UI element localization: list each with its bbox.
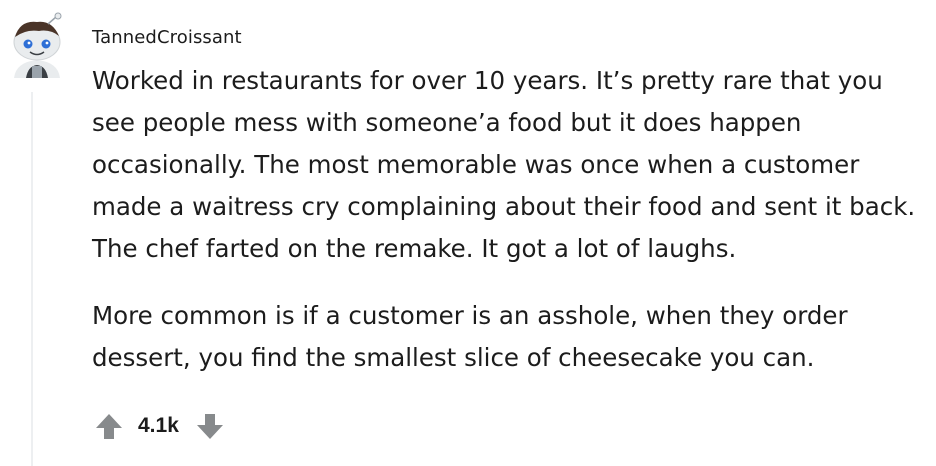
downvote-arrow-icon bbox=[196, 414, 223, 439]
avatar[interactable] bbox=[6, 12, 68, 82]
comment-paragraph: More common is if a customer is an assho… bbox=[92, 301, 848, 372]
upvote-arrow-icon bbox=[96, 414, 122, 439]
upvote-button[interactable] bbox=[92, 408, 126, 444]
comment-author[interactable]: TannedCroissant bbox=[92, 26, 242, 50]
comment-body: Worked in restaurants for over 10 years.… bbox=[92, 60, 932, 404]
comment-paragraph: Worked in restaurants for over 10 years.… bbox=[92, 66, 916, 263]
snoo-avatar-icon bbox=[13, 12, 62, 78]
vote-bar: 4.1k bbox=[92, 408, 227, 444]
vote-score: 4.1k bbox=[138, 414, 179, 437]
downvote-button[interactable] bbox=[193, 408, 227, 444]
comment-thread-line[interactable] bbox=[31, 92, 33, 466]
